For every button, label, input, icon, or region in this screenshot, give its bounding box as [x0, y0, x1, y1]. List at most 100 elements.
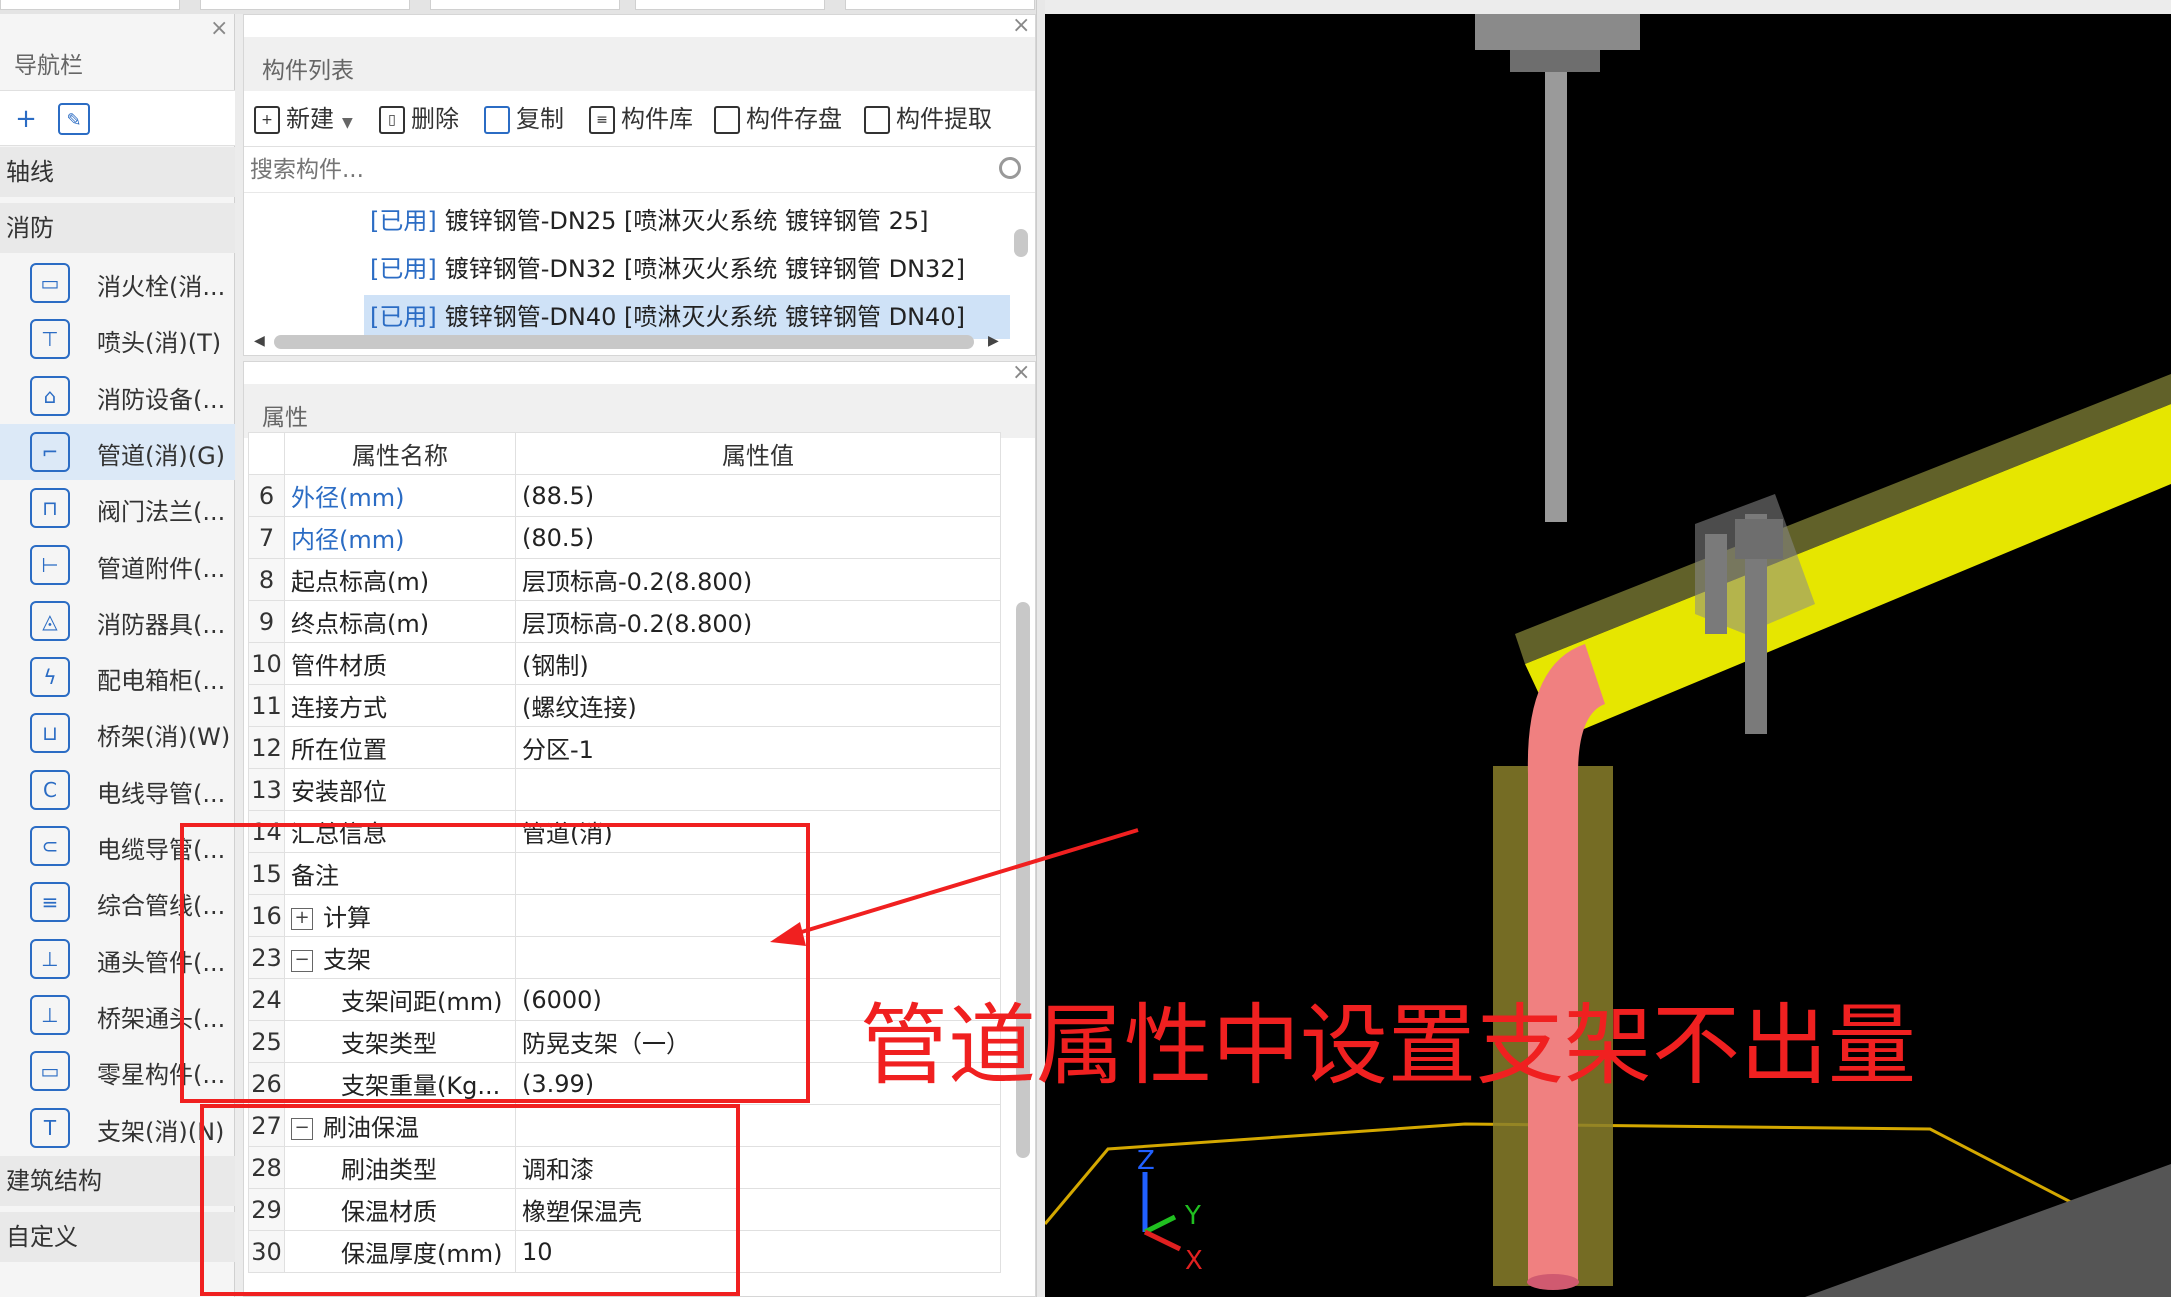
- property-row[interactable]: 7 内径(mm) (80.5): [248, 516, 1001, 559]
- property-value[interactable]: (88.5): [515, 474, 1001, 517]
- delete-button[interactable]: ▯ 删除: [379, 101, 459, 137]
- component-name: 镀锌钢管-DN25 [喷淋灭火系统 镀锌钢管 25]: [444, 207, 929, 235]
- nav-item[interactable]: ⊤ 喷头(消)(T): [0, 311, 235, 367]
- property-header: 属性: [244, 384, 1035, 438]
- pipe-clamp-bar: [1705, 534, 1727, 634]
- nav-item-label: 管道附件(...: [97, 554, 226, 583]
- tab-stub[interactable]: [200, 0, 410, 10]
- 3d-viewport[interactable]: Z Y X: [1045, 14, 2171, 1297]
- property-name: 所在位置: [291, 736, 387, 764]
- new-button[interactable]: + 新建 ▼: [254, 101, 353, 137]
- 3d-scene: Z Y X: [1045, 14, 2171, 1297]
- fire-equipment-icon: ⌂: [30, 375, 70, 416]
- close-icon[interactable]: ×: [210, 18, 228, 40]
- property-row[interactable]: 11 连接方式 (螺纹连接): [248, 684, 1001, 727]
- property-name-cell: 内径(mm): [284, 516, 516, 559]
- nav-item-label: 消火栓(消...: [97, 273, 226, 301]
- property-row[interactable]: 12 所在位置 分区-1: [248, 726, 1001, 769]
- col-value-header: 属性值: [515, 432, 1001, 475]
- copy-icon: [484, 106, 510, 134]
- nav-item[interactable]: ⊢ 管道附件(...: [0, 537, 235, 593]
- tab-stub[interactable]: [635, 0, 825, 10]
- property-row[interactable]: 8 起点标高(m) 层顶标高-0.2(8.800): [248, 558, 1001, 601]
- nav-toolbar: + ✎: [0, 90, 235, 146]
- section-axis[interactable]: 轴线: [0, 147, 235, 197]
- property-value[interactable]: [515, 768, 1001, 811]
- nav-item-label: 消防设备(...: [97, 385, 226, 414]
- property-row[interactable]: 9 终点标高(m) 层顶标高-0.2(8.800): [248, 600, 1001, 643]
- property-value[interactable]: (钢制): [515, 642, 1001, 685]
- property-value[interactable]: 层顶标高-0.2(8.800): [515, 600, 1001, 643]
- used-tag: [已用]: [370, 303, 437, 331]
- nav-item[interactable]: ▭ 消火栓(消...: [0, 255, 235, 311]
- nav-item[interactable]: ϟ 配电箱柜(...: [0, 649, 235, 705]
- nav-item-label: 阀门法兰(...: [97, 498, 226, 527]
- distribution-box-icon: ϟ: [30, 657, 70, 698]
- component-search: [244, 147, 1035, 193]
- col-index: [248, 432, 285, 475]
- y-axis: [1143, 1214, 1177, 1235]
- section-fire[interactable]: 消防: [0, 203, 235, 253]
- valve-icon: ⊓: [30, 488, 70, 529]
- pipe-fitting-icon: ⊢: [30, 544, 70, 585]
- property-name: 内径(mm): [291, 526, 405, 554]
- row-index: 8: [248, 558, 285, 601]
- bracket-icon: T: [30, 1107, 70, 1148]
- search-icon[interactable]: [999, 157, 1021, 179]
- cable-tray-icon: ⊔: [30, 713, 70, 754]
- extract-component-button[interactable]: 构件提取: [864, 101, 992, 137]
- property-value[interactable]: 层顶标高-0.2(8.800): [515, 558, 1001, 601]
- component-name: 镀锌钢管-DN32 [喷淋灭火系统 镀锌钢管 DN32]: [444, 255, 965, 283]
- component-row[interactable]: [已用] 镀锌钢管-DN40 [喷淋灭火系统 镀锌钢管 DN40]: [244, 295, 1014, 339]
- scroll-left-icon[interactable]: ◀: [254, 333, 265, 349]
- row-index: 13: [248, 768, 285, 811]
- chevron-down-icon[interactable]: ▼: [342, 115, 353, 131]
- nav-item[interactable]: ◬ 消防器具(...: [0, 593, 235, 649]
- scroll-right-icon[interactable]: ▶: [988, 333, 999, 349]
- property-row[interactable]: 13 安装部位: [248, 768, 1001, 811]
- save-label: 构件存盘: [746, 105, 842, 133]
- property-value[interactable]: 分区-1: [515, 726, 1001, 769]
- trash-icon: ▯: [379, 106, 405, 134]
- edit-icon[interactable]: ✎: [58, 103, 90, 135]
- property-name: 起点标高(m): [291, 568, 430, 596]
- save-component-button[interactable]: 构件存盘: [714, 101, 842, 137]
- annotation-box-bracket: [180, 823, 810, 1103]
- component-toolbar: + 新建 ▼ ▯ 删除 复制 ≡ 构件库 构件存盘 构件提取: [244, 91, 1035, 147]
- extract-icon: [864, 106, 890, 134]
- search-input[interactable]: [250, 153, 990, 187]
- wire-conduit-icon: C: [30, 769, 70, 810]
- nav-item[interactable]: ⊔ 桥架(消)(W): [0, 705, 235, 761]
- close-icon[interactable]: ×: [1012, 362, 1030, 384]
- copy-label: 复制: [516, 105, 564, 133]
- property-value[interactable]: (80.5): [515, 516, 1001, 559]
- tab-stub[interactable]: [845, 0, 1035, 10]
- property-row[interactable]: 6 外径(mm) (88.5): [248, 474, 1001, 517]
- panel-splitter[interactable]: [1036, 0, 1045, 1297]
- tab-stub[interactable]: [430, 0, 620, 10]
- property-name-cell: 连接方式: [284, 684, 516, 727]
- nav-item[interactable]: C 电线导管(...: [0, 762, 235, 818]
- nav-item[interactable]: ⊓ 阀门法兰(...: [0, 480, 235, 536]
- add-icon[interactable]: +: [10, 103, 42, 135]
- property-name: 连接方式: [291, 694, 387, 722]
- nav-item[interactable]: ⌂ 消防设备(...: [0, 368, 235, 424]
- component-list-hscrollbar[interactable]: [274, 335, 974, 349]
- library-button[interactable]: ≡ 构件库: [589, 101, 693, 137]
- nav-item[interactable]: ⌐ 管道(消)(G): [0, 423, 235, 480]
- annotation-box-insulation: [200, 1104, 740, 1296]
- row-index: 11: [248, 684, 285, 727]
- misc-component-icon: ▭: [30, 1051, 70, 1092]
- component-row[interactable]: [已用] 镀锌钢管-DN25 [喷淋灭火系统 镀锌钢管 25]: [244, 199, 1014, 243]
- component-row[interactable]: [已用] 镀锌钢管-DN32 [喷淋灭火系统 镀锌钢管 DN32]: [244, 247, 1014, 291]
- component-list-scrollbar[interactable]: [1014, 229, 1028, 257]
- copy-button[interactable]: 复制: [484, 101, 564, 137]
- nav-title: 导航栏: [14, 53, 83, 79]
- close-icon[interactable]: ×: [1012, 15, 1030, 37]
- property-value[interactable]: (螺纹连接): [515, 684, 1001, 727]
- property-row[interactable]: 10 管件材质 (钢制): [248, 642, 1001, 685]
- tab-stub[interactable]: [0, 0, 180, 10]
- x-axis: [1143, 1229, 1182, 1252]
- property-name: 终点标高(m): [291, 610, 430, 638]
- property-name: 安装部位: [291, 778, 387, 806]
